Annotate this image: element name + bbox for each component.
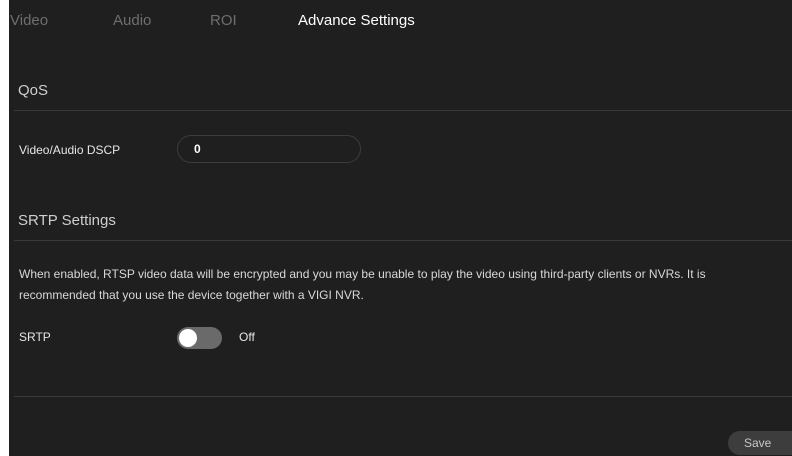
tab-video[interactable]: Video — [10, 12, 48, 29]
qos-divider — [14, 110, 792, 111]
tab-audio[interactable]: Audio — [113, 12, 151, 29]
srtp-section-title: SRTP Settings — [18, 212, 116, 229]
srtp-toggle[interactable] — [177, 327, 222, 349]
srtp-description: When enabled, RTSP video data will be en… — [19, 267, 706, 302]
save-button[interactable]: Save — [728, 431, 792, 455]
srtp-label: SRTP — [19, 330, 51, 344]
dscp-input[interactable] — [177, 135, 361, 163]
toggle-knob-icon — [179, 329, 197, 347]
tab-advance-settings[interactable]: Advance Settings — [298, 12, 415, 29]
settings-panel: Video Audio ROI Advance Settings QoS Vid… — [9, 0, 792, 456]
footer-divider — [14, 396, 792, 397]
srtp-divider — [14, 240, 792, 241]
tab-roi[interactable]: ROI — [210, 12, 237, 29]
qos-section-title: QoS — [18, 82, 49, 99]
dscp-label: Video/Audio DSCP — [19, 143, 121, 157]
srtp-state-text: Off — [239, 330, 255, 344]
tab-bar: Video Audio ROI Advance Settings — [9, 0, 792, 46]
